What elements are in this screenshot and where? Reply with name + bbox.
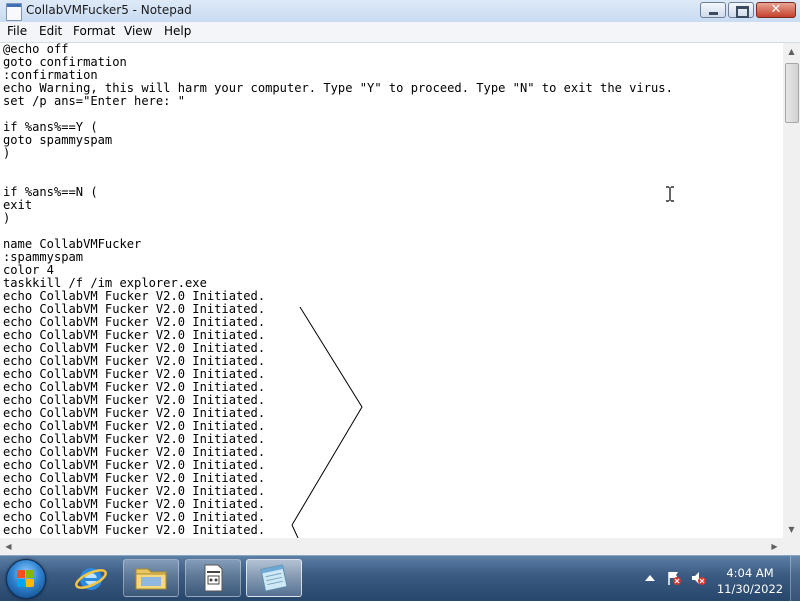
text-editor-area[interactable]: @echo off goto confirmation:confirmation e… [0,43,783,538]
menu-edit[interactable]: Edit [39,24,62,38]
scroll-down-icon[interactable]: ▼ [783,521,800,538]
code-line: :spammyspam [3,250,84,264]
document-text[interactable]: @echo off goto confirmation:confirmation e… [0,43,783,537]
code-line: goto confirmation [3,55,127,69]
code-line: echo CollabVM Fucker V2.0 Initiated. [3,523,266,537]
action-center-flag-icon[interactable] [666,570,682,586]
window-controls: ✕ [698,2,796,20]
taskbar-document-button[interactable] [185,559,241,597]
minimize-icon [709,12,718,15]
horizontal-scrollbar[interactable]: ◀ ▶ [0,538,783,555]
folder-icon [135,568,167,590]
document-icon [204,564,223,592]
menu-bar: File Edit Format View Help [0,22,800,43]
code-line: if %ans%==Y ( [3,120,98,134]
maximize-icon [736,6,749,18]
notepad-app-icon[interactable] [6,3,22,21]
close-button[interactable]: ✕ [756,2,796,18]
menu-format[interactable]: Format [73,24,115,38]
show-hidden-icons-icon[interactable] [645,575,655,581]
close-icon: ✕ [770,2,782,17]
code-line: ) [3,146,11,160]
code-line: set /p ans="Enter here: " [3,94,186,108]
taskbar-explorer-button[interactable] [123,559,179,597]
code-line: name CollabVMFucker [3,237,142,251]
vertical-scroll-thumb[interactable] [785,63,799,123]
taskbar: 4:04 AM 11/30/2022 [0,555,800,601]
show-desktop-button[interactable] [790,556,800,601]
menu-file[interactable]: File [7,24,27,38]
taskbar-ie-button[interactable] [62,559,118,597]
scroll-up-icon[interactable]: ▲ [783,43,800,60]
volume-muted-icon[interactable] [690,570,706,586]
menu-help[interactable]: Help [164,24,191,38]
clock-time: 4:04 AM [726,566,774,580]
windows-logo-icon [17,570,35,588]
scroll-left-icon[interactable]: ◀ [0,538,17,555]
code-line: ) [3,211,11,225]
menu-view[interactable]: View [124,24,152,38]
scrollbar-corner [783,538,800,555]
taskbar-notepad-button[interactable] [246,559,302,597]
vertical-scrollbar[interactable]: ▲ ▼ [783,43,800,538]
code-line: goto spammyspam [3,133,113,147]
notepad-icon [260,564,288,592]
text-cursor-icon [666,186,674,202]
scroll-right-icon[interactable]: ▶ [766,538,783,555]
window-title: CollabVMFucker5 - Notepad [26,3,192,17]
start-button[interactable] [6,559,46,599]
clock-date: 11/30/2022 [716,582,784,596]
title-bar[interactable]: CollabVMFucker5 - Notepad ✕ [0,0,800,23]
maximize-button[interactable] [728,2,754,18]
ie-icon [75,568,107,590]
minimize-button[interactable] [700,2,726,18]
system-clock[interactable]: 4:04 AM 11/30/2022 [714,565,786,597]
